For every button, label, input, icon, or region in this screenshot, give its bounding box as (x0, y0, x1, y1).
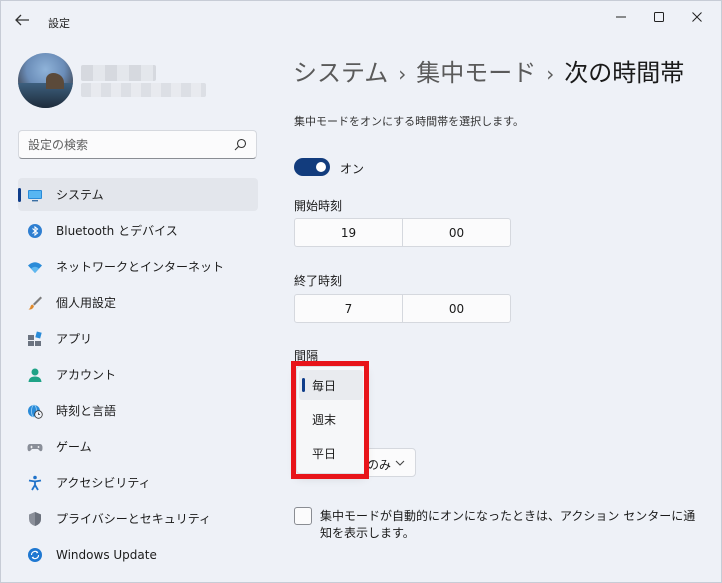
avatar-rock (46, 73, 64, 89)
page-description: 集中モードをオンにする時間帯を選択します。 (294, 115, 525, 128)
start-minute[interactable]: 00 (402, 219, 510, 246)
end-time-picker[interactable]: 7 00 (294, 294, 511, 323)
back-arrow-icon (15, 14, 29, 26)
minimize-icon (616, 16, 626, 18)
sidebar-item-label: Bluetooth とデバイス (56, 224, 178, 238)
active-indicator (18, 188, 21, 202)
back-button[interactable] (11, 11, 33, 29)
search-input[interactable] (19, 131, 219, 158)
gamepad-icon (27, 444, 43, 452)
sidebar-item-label: アカウント (56, 368, 117, 382)
notify-checkbox-label: 集中モードが自動的にオンになったときは、アクション センターに通知を表示します。 (320, 509, 696, 540)
shield-icon (29, 512, 41, 526)
monitor-icon (28, 190, 42, 202)
sidebar-item-personalization[interactable]: 個人用設定 (18, 286, 258, 319)
sidebar-item-accessibility[interactable]: アクセシビリティ (18, 466, 258, 499)
notify-checkbox[interactable] (294, 507, 312, 525)
chevron-down-icon (395, 460, 405, 466)
close-button[interactable] (680, 7, 714, 27)
search-icon[interactable] (234, 138, 247, 151)
end-minute[interactable]: 00 (402, 295, 510, 322)
toggle-state-label: オン (340, 162, 365, 176)
close-icon (692, 12, 702, 22)
start-time-label: 開始時刻 (294, 199, 343, 213)
sidebar-item-system[interactable]: システム (18, 178, 258, 211)
end-time-label: 終了時刻 (294, 274, 343, 288)
page-title: 次の時間帯 (564, 59, 685, 87)
maximize-icon (654, 12, 664, 22)
breadcrumb-separator: › (546, 62, 555, 86)
sidebar-item-label: アプリ (56, 332, 93, 346)
end-hour[interactable]: 7 (295, 295, 402, 322)
paintbrush-icon (28, 296, 42, 310)
sidebar-item-label: システム (56, 188, 104, 202)
sidebar-nav: システム Bluetooth とデバイス ネットワークとインターネット 個人用設… (18, 178, 258, 574)
sidebar-item-label: ゲーム (56, 440, 92, 454)
sidebar-item-bluetooth[interactable]: Bluetooth とデバイス (18, 214, 258, 247)
breadcrumb-system[interactable]: システム (293, 59, 388, 87)
sidebar-item-apps[interactable]: アプリ (18, 322, 258, 355)
app-title: 設定 (48, 17, 70, 30)
toggle-knob (316, 162, 326, 172)
settings-window: 設定 システム (0, 0, 722, 583)
search-box[interactable] (18, 130, 257, 159)
update-icon (28, 548, 42, 562)
sidebar-item-label: ネットワークとインターネット (56, 260, 225, 274)
sidebar-item-label: プライバシーとセキュリティ (56, 512, 212, 526)
sidebar-item-gaming[interactable]: ゲーム (18, 430, 258, 463)
sidebar-item-network[interactable]: ネットワークとインターネット (18, 250, 258, 283)
bluetooth-icon (28, 224, 42, 238)
sidebar-item-label: 個人用設定 (56, 296, 117, 310)
sidebar-item-label: Windows Update (56, 547, 157, 562)
start-time-picker[interactable]: 19 00 (294, 218, 511, 247)
sidebar-item-accounts[interactable]: アカウント (18, 358, 258, 391)
sidebar-item-time-language[interactable]: 時刻と言語 (18, 394, 258, 427)
repeat-selected-text: のみ (367, 458, 392, 472)
breadcrumb: システム › 集中モード › 次の時間帯 (293, 53, 684, 88)
globe-clock-icon (28, 404, 43, 419)
accessibility-icon (28, 475, 42, 491)
sidebar-item-privacy[interactable]: プライバシーとセキュリティ (18, 502, 258, 535)
breadcrumb-separator: › (398, 62, 407, 86)
breadcrumb-focus-mode[interactable]: 集中モード (416, 59, 536, 87)
apps-icon (28, 331, 42, 346)
person-icon (28, 368, 42, 382)
start-hour[interactable]: 19 (295, 219, 402, 246)
schedule-toggle[interactable] (294, 158, 330, 176)
blurred-user-email (81, 83, 206, 97)
avatar[interactable] (18, 53, 73, 108)
wifi-icon (28, 262, 42, 273)
title-bar: 設定 (1, 1, 721, 37)
minimize-button[interactable] (604, 7, 638, 27)
sidebar-item-windows-update[interactable]: Windows Update (18, 538, 258, 571)
sidebar-item-label: 時刻と言語 (56, 404, 117, 418)
blurred-user-name (81, 65, 156, 81)
maximize-button[interactable] (642, 7, 676, 27)
annotation-highlight-box (291, 361, 369, 479)
sidebar-item-label: アクセシビリティ (56, 476, 151, 490)
